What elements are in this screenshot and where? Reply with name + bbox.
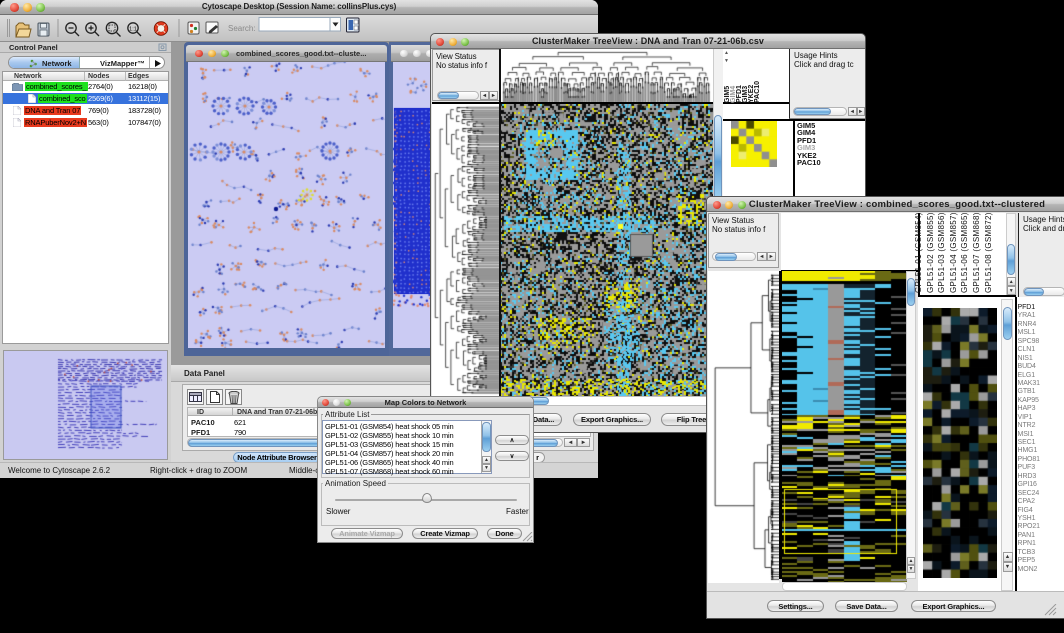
svg-text:1:1: 1:1: [129, 27, 137, 33]
svg-text:Search:: Search:: [228, 24, 256, 33]
